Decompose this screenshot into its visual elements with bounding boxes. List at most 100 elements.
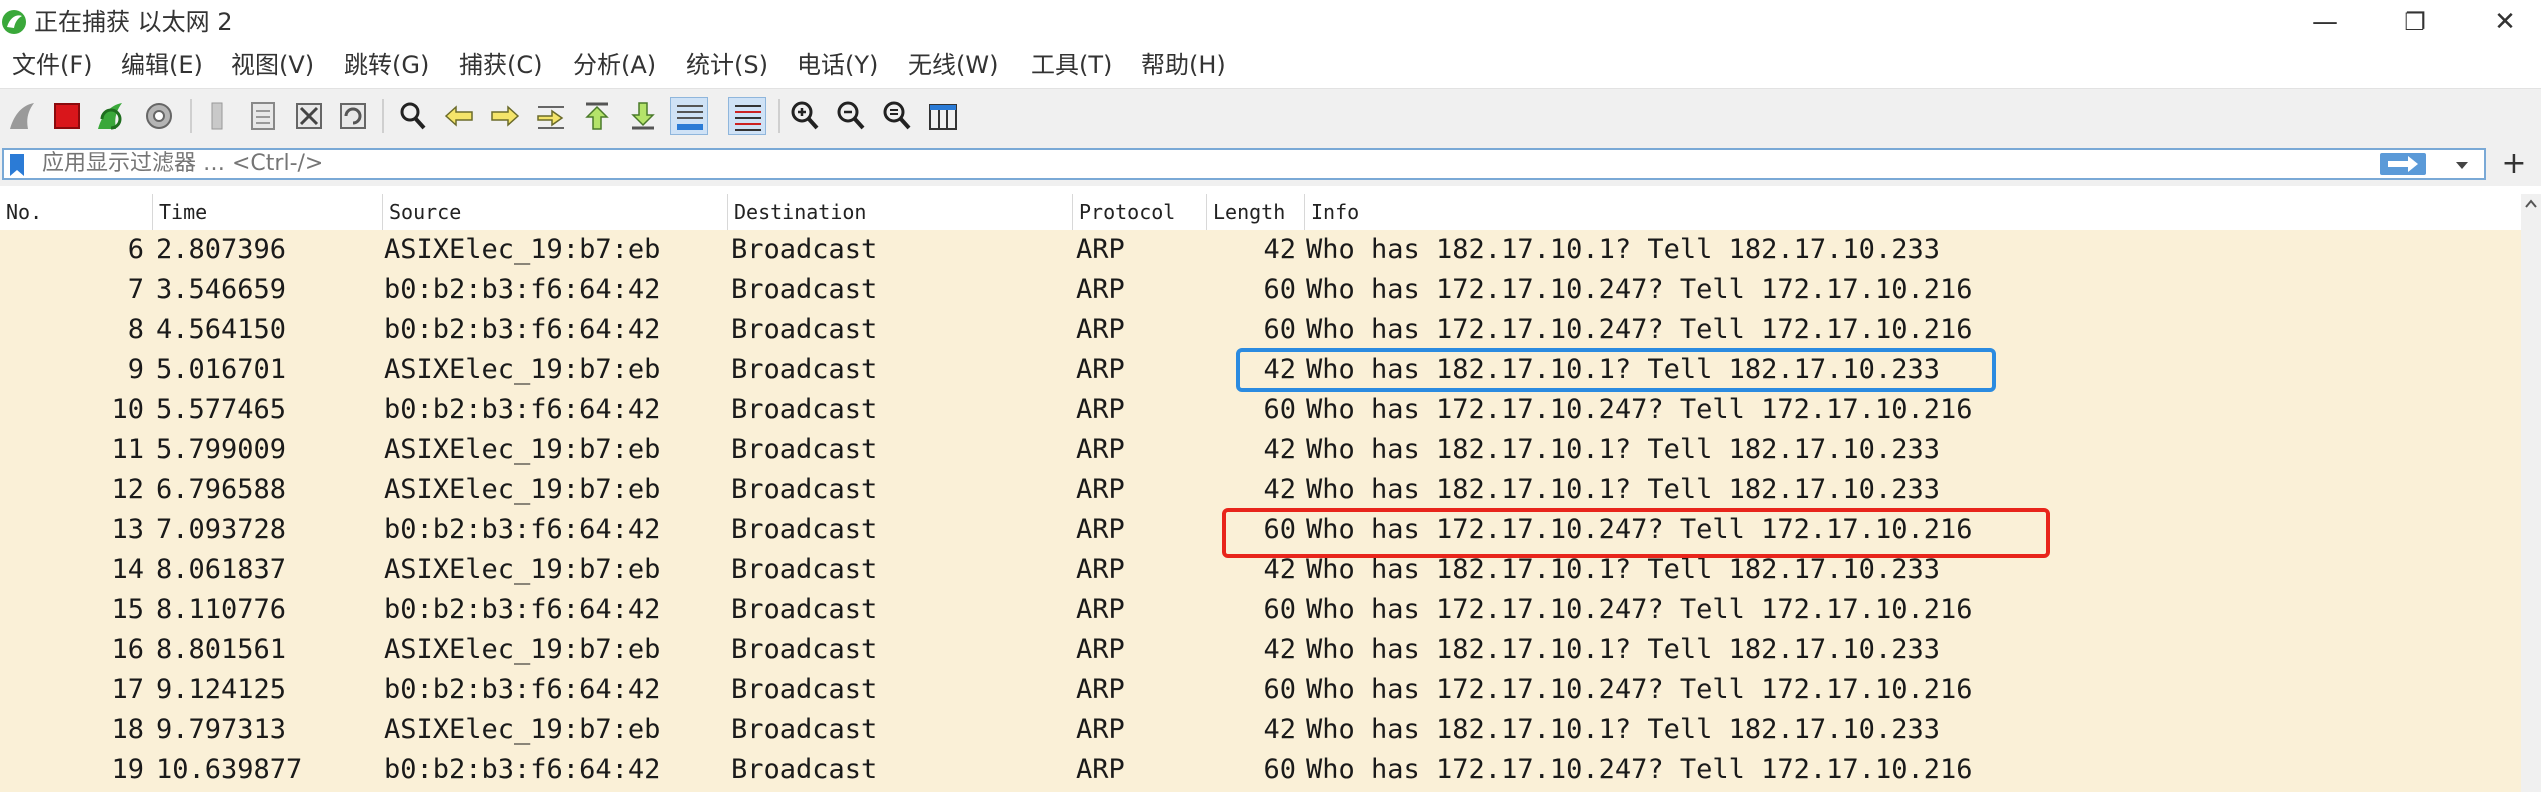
- cell-info: Who has 182.17.10.1? Tell 182.17.10.233: [1306, 434, 1940, 465]
- packet-row[interactable]: 16 8.801561 ASIXElec_19:b7:eb Broadcast ARP 4…: [0, 630, 2521, 670]
- column-header-no[interactable]: No.: [0, 194, 152, 230]
- zoom-out-icon[interactable]: [832, 97, 870, 135]
- menu-tools[interactable]: 工具(T): [1031, 50, 1112, 80]
- menu-statistics[interactable]: 统计(S): [686, 50, 768, 80]
- cell-time: 6.796588: [156, 474, 287, 505]
- menu-edit[interactable]: 编辑(E): [121, 50, 203, 80]
- cell-destination: Broadcast: [731, 674, 878, 705]
- find-packet-icon[interactable]: [394, 97, 432, 135]
- restore-button[interactable]: ❐: [2380, 4, 2450, 40]
- cell-length: 42: [1263, 634, 1296, 665]
- column-header-protocol[interactable]: Protocol: [1072, 194, 1206, 230]
- toolbar-separator: [778, 99, 780, 133]
- bookmark-icon[interactable]: [8, 153, 26, 177]
- cell-source: b0:b2:b3:f6:64:42: [384, 674, 661, 705]
- packet-row[interactable]: 7 3.546659 b0:b2:b3:f6:64:42 Broadcast ARP 60…: [0, 270, 2521, 310]
- go-to-packet-icon[interactable]: [532, 97, 570, 135]
- column-header-time[interactable]: Time: [152, 194, 382, 230]
- cell-source: ASIXElec_19:b7:eb: [384, 634, 661, 665]
- display-filter-input[interactable]: [42, 150, 2342, 178]
- cell-protocol: ARP: [1076, 234, 1125, 265]
- capture-options-icon[interactable]: [140, 97, 178, 135]
- menu-help[interactable]: 帮助(H): [1141, 50, 1226, 80]
- packet-row[interactable]: 17 9.124125 b0:b2:b3:f6:64:42 Broadcast ARP 6…: [0, 670, 2521, 710]
- packet-row[interactable]: 15 8.110776 b0:b2:b3:f6:64:42 Broadcast ARP 6…: [0, 590, 2521, 630]
- cell-destination: Broadcast: [731, 754, 878, 785]
- cell-no: 12: [111, 474, 144, 505]
- restart-capture-icon[interactable]: [92, 97, 130, 135]
- close-window-button[interactable]: ✕: [2470, 4, 2540, 40]
- packet-row[interactable]: 8 4.564150 b0:b2:b3:f6:64:42 Broadcast ARP 60…: [0, 310, 2521, 350]
- menu-capture[interactable]: 捕获(C): [459, 50, 542, 80]
- shark-fin-start-icon[interactable]: [4, 97, 42, 135]
- cell-protocol: ARP: [1076, 554, 1125, 585]
- packet-row[interactable]: 10 5.577465 b0:b2:b3:f6:64:42 Broadcast ARP 6…: [0, 390, 2521, 430]
- toolbar-separator: [382, 99, 384, 133]
- cell-protocol: ARP: [1076, 674, 1125, 705]
- menu-file[interactable]: 文件(F): [12, 50, 93, 80]
- menu-analyze[interactable]: 分析(A): [573, 50, 656, 80]
- vertical-scrollbar[interactable]: [2521, 194, 2541, 792]
- cell-protocol: ARP: [1076, 594, 1125, 625]
- cell-time: 5.016701: [156, 354, 287, 385]
- menu-wireless[interactable]: 无线(W): [908, 50, 998, 80]
- go-forward-icon[interactable]: [486, 97, 524, 135]
- cell-source: ASIXElec_19:b7:eb: [384, 554, 661, 585]
- cell-length: 60: [1263, 754, 1296, 785]
- cell-time: 8.061837: [156, 554, 287, 585]
- cell-time: 10.639877: [156, 754, 303, 785]
- colorize-icon[interactable]: [728, 97, 766, 135]
- column-header-destination[interactable]: Destination: [727, 194, 1072, 230]
- menu-bar: 文件(F) 编辑(E) 视图(V) 跳转(G) 捕获(C) 分析(A) 统计(S…: [0, 44, 2541, 88]
- cell-no: 7: [127, 274, 144, 305]
- resize-columns-icon[interactable]: [924, 97, 962, 135]
- cell-destination: Broadcast: [731, 314, 878, 345]
- minimize-button[interactable]: —: [2290, 4, 2360, 40]
- cell-info: Who has 172.17.10.247? Tell 172.17.10.21…: [1306, 314, 1973, 345]
- cell-source: b0:b2:b3:f6:64:42: [384, 274, 661, 305]
- open-file-icon[interactable]: [198, 97, 236, 135]
- menu-view[interactable]: 视图(V): [231, 50, 314, 80]
- close-file-icon[interactable]: [290, 97, 328, 135]
- packet-row[interactable]: 12 6.796588 ASIXElec_19:b7:eb Broadcast ARP 4…: [0, 470, 2521, 510]
- filter-history-dropdown[interactable]: [2450, 154, 2474, 176]
- cell-no: 16: [111, 634, 144, 665]
- cell-no: 19: [111, 754, 144, 785]
- main-toolbar: [0, 88, 2541, 146]
- menu-telephony[interactable]: 电话(Y): [797, 50, 878, 80]
- cell-no: 11: [111, 434, 144, 465]
- cell-destination: Broadcast: [731, 394, 878, 425]
- autoscroll-icon[interactable]: [670, 97, 708, 135]
- column-header-source[interactable]: Source: [382, 194, 727, 230]
- menu-go[interactable]: 跳转(G): [344, 50, 429, 80]
- stop-capture-icon[interactable]: [48, 97, 86, 135]
- toolbar-separator: [190, 99, 192, 133]
- packet-row[interactable]: 18 9.797313 ASIXElec_19:b7:eb Broadcast ARP 4…: [0, 710, 2521, 750]
- reload-file-icon[interactable]: [334, 97, 372, 135]
- column-header-info[interactable]: Info: [1304, 194, 2521, 230]
- cell-time: 5.799009: [156, 434, 287, 465]
- go-back-icon[interactable]: [440, 97, 478, 135]
- apply-filter-button[interactable]: [2380, 153, 2426, 175]
- cell-no: 14: [111, 554, 144, 585]
- cell-length: 60: [1263, 314, 1296, 345]
- first-packet-icon[interactable]: [578, 97, 616, 135]
- packet-row[interactable]: 6 2.807396 ASIXElec_19:b7:eb Broadcast ARP 42…: [0, 230, 2521, 270]
- cell-source: b0:b2:b3:f6:64:42: [384, 754, 661, 785]
- cell-length: 60: [1263, 394, 1296, 425]
- cell-no: 10: [111, 394, 144, 425]
- cell-no: 8: [127, 314, 144, 345]
- cell-length: 42: [1263, 714, 1296, 745]
- zoom-in-icon[interactable]: [786, 97, 824, 135]
- normal-size-icon[interactable]: [878, 97, 916, 135]
- packet-row[interactable]: 19 10.639877 b0:b2:b3:f6:64:42 Broadcast ARP…: [0, 750, 2521, 790]
- last-packet-icon[interactable]: [624, 97, 662, 135]
- cell-protocol: ARP: [1076, 394, 1125, 425]
- packet-row[interactable]: 11 5.799009 ASIXElec_19:b7:eb Broadcast ARP 4…: [0, 430, 2521, 470]
- add-filter-button[interactable]: +: [2494, 148, 2534, 180]
- column-header-length[interactable]: Length: [1206, 194, 1304, 230]
- window-title: 正在捕获 以太网 2: [34, 8, 233, 36]
- save-file-icon[interactable]: [244, 97, 282, 135]
- cell-time: 4.564150: [156, 314, 287, 345]
- cell-info: Who has 172.17.10.247? Tell 172.17.10.21…: [1306, 754, 1973, 785]
